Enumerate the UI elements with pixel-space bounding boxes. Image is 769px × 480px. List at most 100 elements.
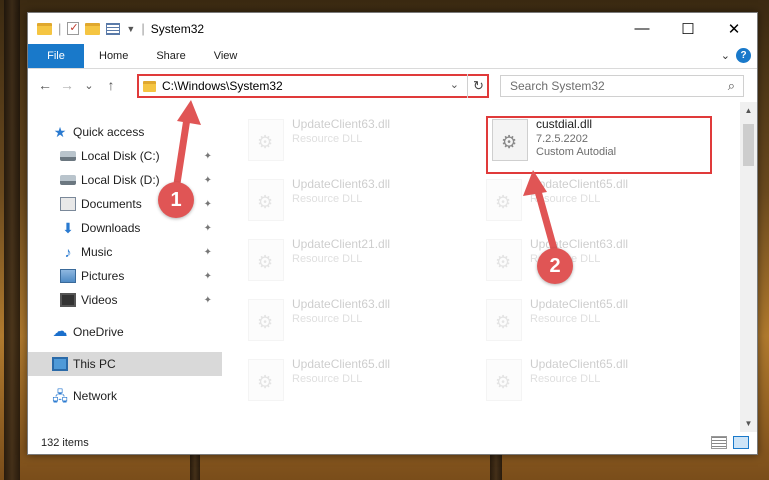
back-button[interactable]: ← bbox=[34, 77, 56, 93]
file-type: Resource DLL bbox=[530, 373, 601, 385]
sidebar-item-local-disk-d[interactable]: Local Disk (D:) ✦ bbox=[28, 168, 222, 192]
file-name: UpdateClient63.dll bbox=[292, 117, 391, 131]
dll-file-icon bbox=[248, 239, 284, 281]
star-icon: ★ bbox=[53, 124, 67, 140]
separator: | bbox=[58, 21, 62, 36]
pin-icon[interactable]: ✦ bbox=[204, 223, 212, 234]
sidebar-item-pictures[interactable]: Pictures ✦ bbox=[28, 264, 222, 288]
file-item[interactable]: UpdateClient65.dll Resource DLL bbox=[486, 176, 716, 226]
sidebar-item-label: This PC bbox=[73, 357, 116, 371]
download-icon: ⬇ bbox=[62, 220, 74, 236]
scroll-down-icon[interactable]: ▼ bbox=[740, 415, 757, 432]
properties-check-icon[interactable] bbox=[67, 21, 80, 35]
file-name: UpdateClient21.dll bbox=[292, 237, 391, 251]
pin-icon[interactable]: ✦ bbox=[204, 175, 212, 186]
sidebar-item-this-pc[interactable]: This PC bbox=[28, 352, 222, 376]
forward-button[interactable]: → bbox=[56, 77, 78, 93]
navigation-pane: ★ Quick access Local Disk (C:) ✦ Local D… bbox=[28, 102, 222, 432]
tab-file[interactable]: File bbox=[28, 44, 84, 68]
sidebar-item-network[interactable]: 🖧 Network bbox=[28, 384, 222, 408]
separator: | bbox=[141, 21, 145, 36]
pc-icon bbox=[52, 357, 68, 371]
recent-locations-button[interactable]: ⌄ bbox=[78, 79, 100, 92]
navigation-bar: ← → ⌄ ↑ C:\Windows\System32 ⌄ ↻ Search S… bbox=[28, 68, 757, 101]
help-icon[interactable]: ? bbox=[736, 48, 751, 63]
pin-icon[interactable]: ✦ bbox=[204, 295, 212, 306]
file-item[interactable]: UpdateClient63.dllResource DLL bbox=[248, 176, 478, 226]
address-bar[interactable]: C:\Windows\System32 ⌄ bbox=[137, 74, 489, 98]
sidebar-item-label: Local Disk (C:) bbox=[81, 149, 160, 163]
address-dropdown-icon[interactable]: ⌄ bbox=[450, 78, 459, 91]
sidebar-item-videos[interactable]: Videos ✦ bbox=[28, 288, 222, 312]
file-type: Resource DLL bbox=[292, 313, 363, 325]
scrollbar-thumb[interactable] bbox=[743, 124, 754, 166]
sidebar-item-quick-access[interactable]: ★ Quick access bbox=[28, 120, 222, 144]
details-view-icon[interactable] bbox=[711, 436, 727, 449]
videos-icon bbox=[60, 293, 76, 307]
up-button[interactable]: ↑ bbox=[100, 77, 122, 93]
customize-toolbar-icon[interactable] bbox=[106, 22, 121, 35]
documents-icon bbox=[60, 197, 76, 211]
dll-file-icon bbox=[248, 119, 284, 161]
maximize-button[interactable]: ☐ bbox=[665, 13, 711, 44]
pin-icon[interactable]: ✦ bbox=[204, 199, 212, 210]
file-type: Resource DLL bbox=[292, 373, 363, 385]
sidebar-item-downloads[interactable]: ⬇ Downloads ✦ bbox=[28, 216, 222, 240]
background-tree bbox=[190, 455, 200, 480]
refresh-button[interactable]: ↻ bbox=[467, 74, 489, 98]
file-name: UpdateClient65.dll bbox=[530, 357, 629, 371]
file-item[interactable]: UpdateClient63.dllResource DLL bbox=[486, 236, 716, 286]
minimize-button[interactable]: — bbox=[619, 13, 665, 44]
file-name: UpdateClient63.dll bbox=[530, 237, 629, 251]
file-item[interactable]: UpdateClient65.dll Resource DLL bbox=[486, 356, 716, 406]
highlight-box-file bbox=[486, 116, 712, 174]
toolbar-dropdown-icon[interactable]: ▼ bbox=[126, 24, 135, 34]
sidebar-item-local-disk-c[interactable]: Local Disk (C:) ✦ bbox=[28, 144, 222, 168]
file-type: Resource DLL bbox=[292, 253, 363, 265]
pin-icon[interactable]: ✦ bbox=[204, 247, 212, 258]
file-item[interactable]: UpdateClient21.dll Resource DLL bbox=[248, 236, 478, 286]
dll-file-icon bbox=[486, 179, 522, 221]
vertical-scrollbar[interactable]: ▲ ▼ bbox=[740, 102, 757, 432]
pictures-icon bbox=[60, 269, 76, 283]
pin-icon[interactable]: ✦ bbox=[204, 151, 212, 162]
disk-icon bbox=[60, 151, 76, 161]
quick-access-toolbar: | ▼ | bbox=[28, 21, 145, 36]
sidebar-item-onedrive[interactable]: ☁ OneDrive bbox=[28, 320, 222, 344]
tab-view[interactable]: View bbox=[200, 44, 252, 68]
dll-file-icon bbox=[248, 359, 284, 401]
sidebar-item-label: Pictures bbox=[81, 269, 125, 283]
new-folder-icon[interactable] bbox=[85, 22, 101, 35]
music-icon: ♪ bbox=[64, 244, 72, 260]
item-count: 132 items bbox=[41, 437, 89, 449]
file-item[interactable]: UpdateClient65.dll Resource DLL bbox=[486, 296, 716, 346]
ribbon-right: ⌄ ? bbox=[721, 48, 751, 63]
file-type: Resource DLL bbox=[292, 193, 363, 205]
sidebar-item-music[interactable]: ♪ Music ✦ bbox=[28, 240, 222, 264]
view-buttons bbox=[711, 436, 749, 449]
sidebar-item-label: Network bbox=[73, 389, 118, 403]
sidebar-item-label: Documents bbox=[81, 197, 142, 211]
chevron-down-icon[interactable]: ⌄ bbox=[721, 49, 730, 62]
sidebar-item-label: Music bbox=[81, 245, 113, 259]
search-placeholder: Search System32 bbox=[510, 79, 605, 93]
pin-icon[interactable]: ✦ bbox=[204, 271, 212, 282]
sidebar-item-label: Downloads bbox=[81, 221, 141, 235]
scroll-up-icon[interactable]: ▲ bbox=[740, 102, 757, 119]
close-button[interactable]: ✕ bbox=[711, 13, 757, 44]
tab-share[interactable]: Share bbox=[142, 44, 199, 68]
address-path: C:\Windows\System32 bbox=[162, 79, 283, 93]
background-tree bbox=[4, 0, 20, 480]
tab-home[interactable]: Home bbox=[84, 44, 142, 68]
file-name: UpdateClient65.dll bbox=[292, 357, 391, 371]
tiles-view-icon[interactable] bbox=[733, 436, 749, 449]
search-input[interactable]: Search System32 ⌕ bbox=[500, 75, 744, 97]
file-item[interactable]: UpdateClient65.dll Resource DLL bbox=[248, 356, 478, 406]
file-item[interactable]: UpdateClient63.dllResource DLL bbox=[248, 296, 478, 346]
file-name: UpdateClient65.dll bbox=[530, 297, 629, 311]
file-item[interactable]: UpdateClient63.dllResource DLL bbox=[248, 116, 478, 166]
cloud-icon: ☁ bbox=[52, 323, 68, 340]
network-icon: 🖧 bbox=[52, 388, 68, 404]
dll-file-icon bbox=[486, 239, 522, 281]
callout-2: 2 bbox=[537, 248, 573, 284]
